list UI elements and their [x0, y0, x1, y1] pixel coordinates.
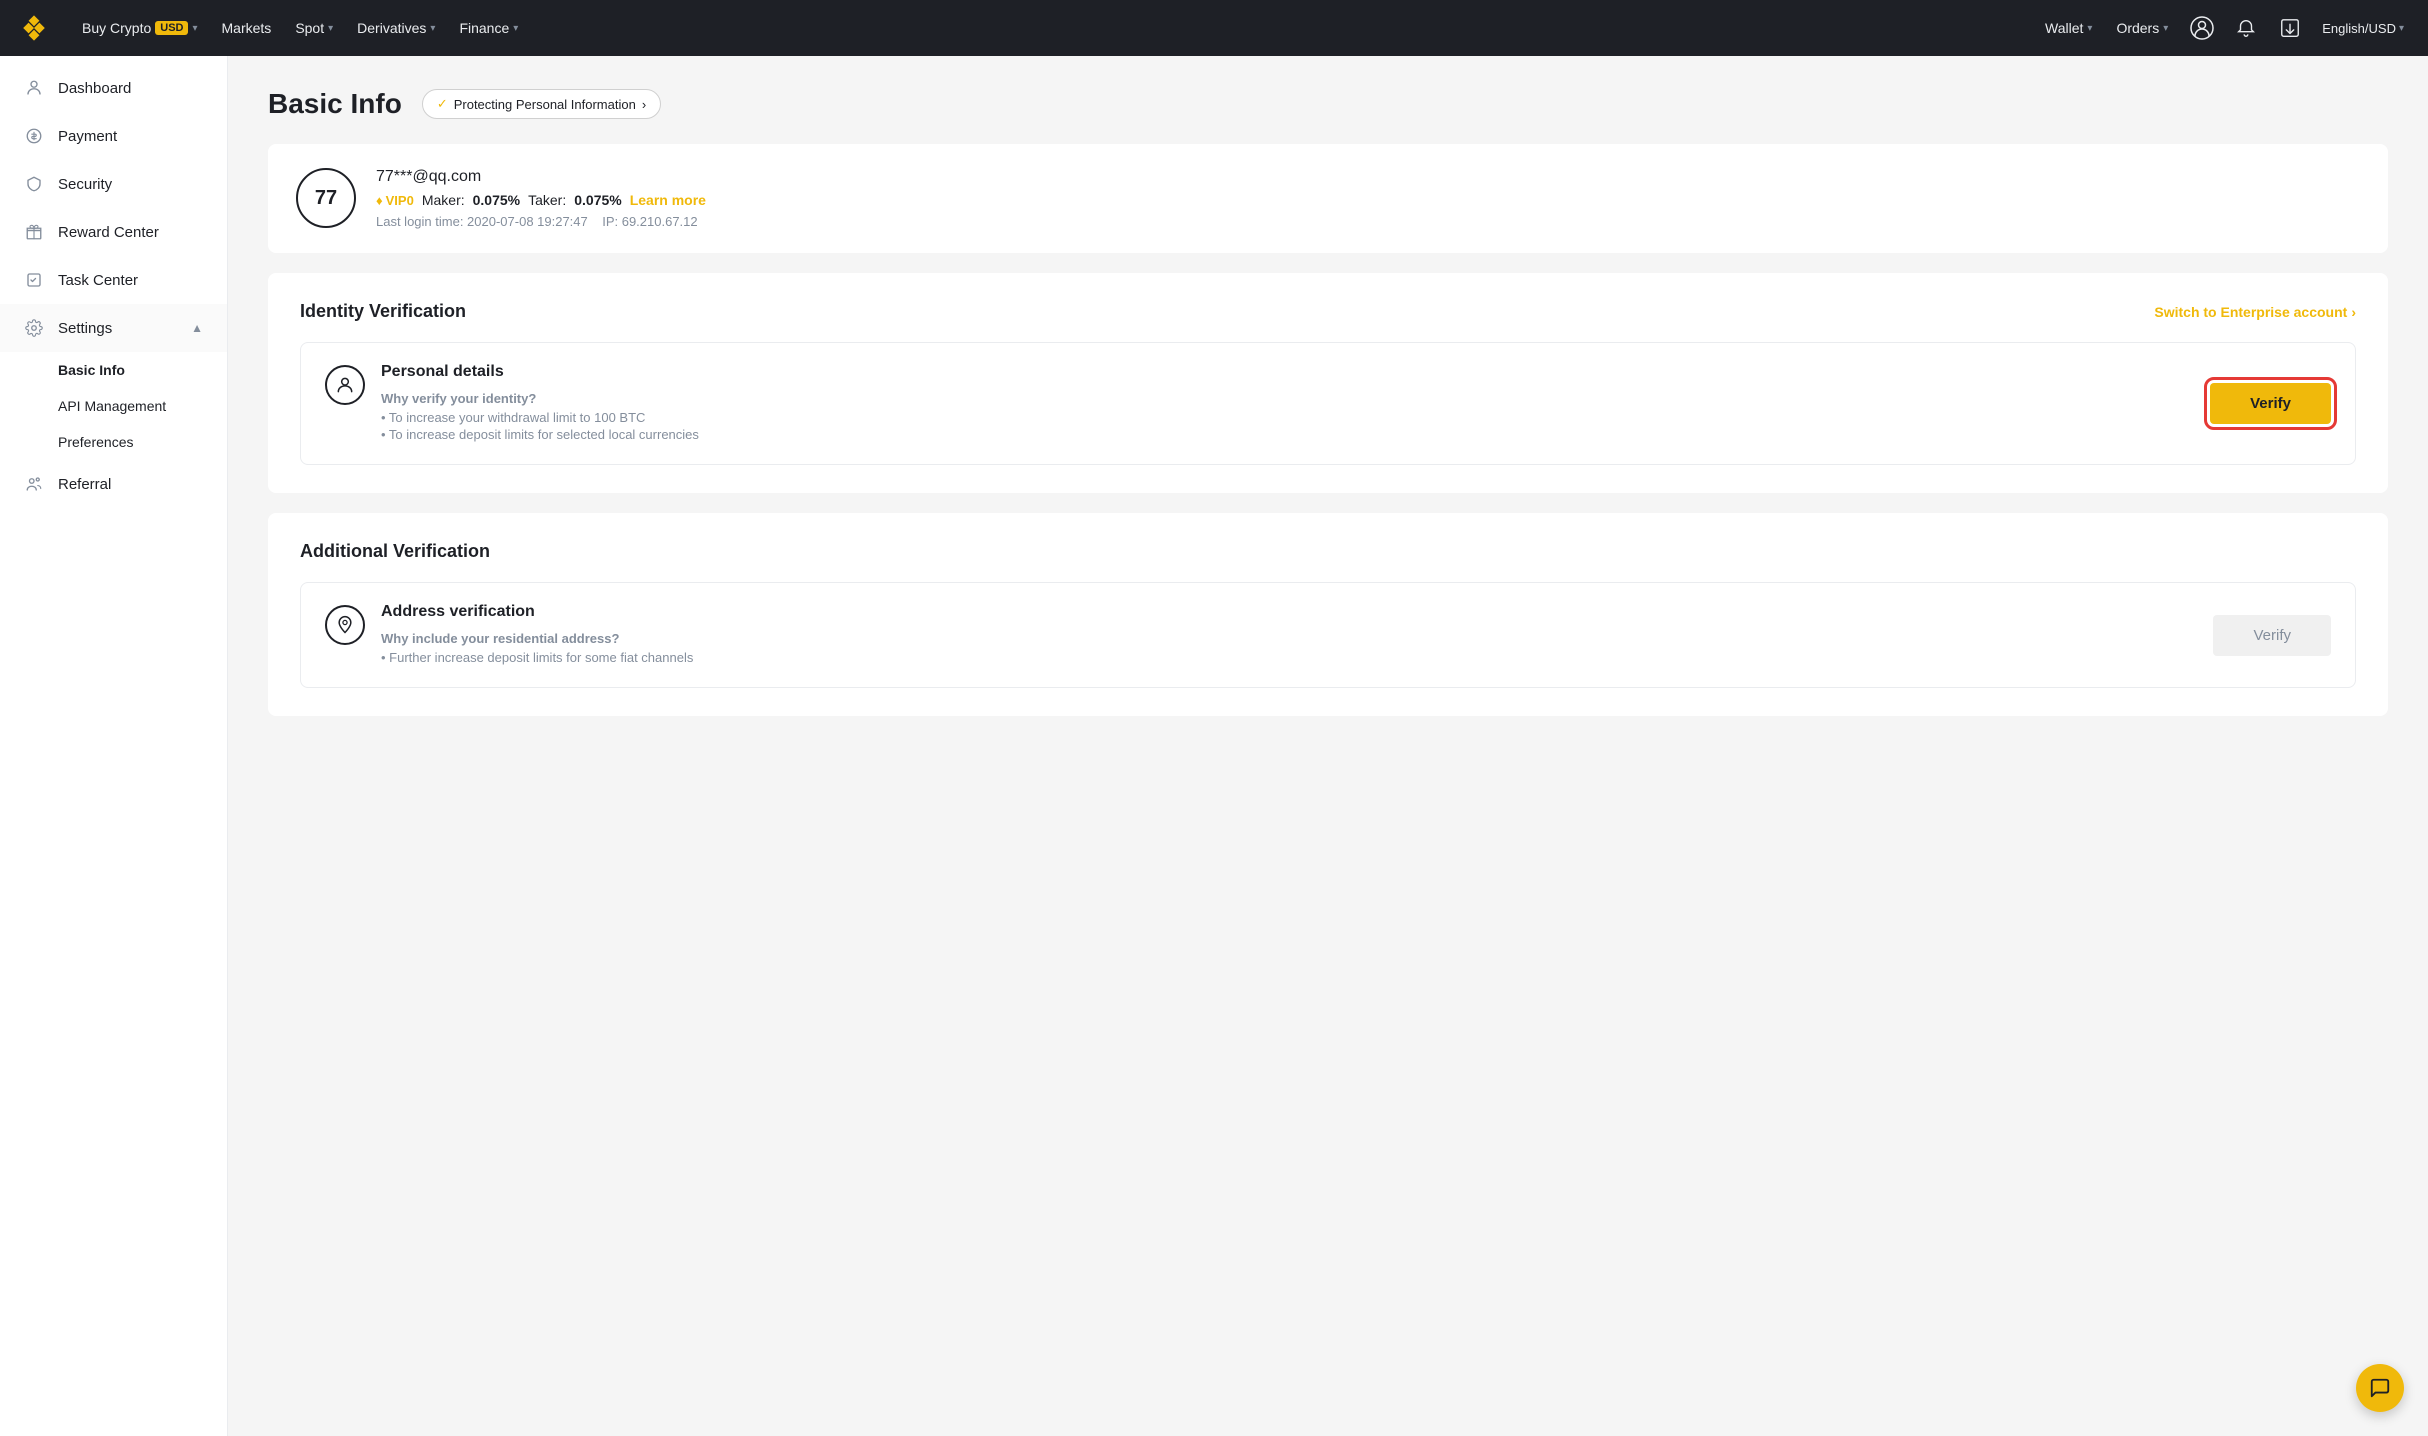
sidebar: Dashboard Payment Security Reward Center… — [0, 56, 228, 1436]
page-title: Basic Info — [268, 88, 402, 120]
sidebar-item-reward-center[interactable]: Reward Center — [0, 208, 227, 256]
nav-wallet[interactable]: Wallet ▾ — [2035, 0, 2102, 56]
address-verification-bullet-0: • Further increase deposit limits for so… — [381, 650, 693, 665]
sidebar-item-payment[interactable]: Payment — [0, 112, 227, 160]
sidebar-item-security[interactable]: Security — [0, 160, 227, 208]
nav-buy-crypto[interactable]: Buy Crypto USD ▾ — [72, 0, 208, 56]
chat-support-button[interactable] — [2356, 1364, 2404, 1412]
maker-label: Maker: — [422, 192, 465, 208]
settings-icon — [24, 318, 44, 338]
chevron-down-icon: ▾ — [2399, 23, 2404, 34]
nav-derivatives[interactable]: Derivatives ▾ — [347, 0, 445, 56]
chevron-down-icon: ▾ — [513, 23, 518, 34]
shield-check-icon: ✓ — [437, 96, 448, 112]
referral-icon — [24, 474, 44, 494]
nav-spot[interactable]: Spot ▾ — [285, 0, 343, 56]
nav-menu: Buy Crypto USD ▾ Markets Spot ▾ Derivati… — [72, 0, 2035, 56]
chevron-right-icon: › — [642, 97, 646, 112]
switch-enterprise-link[interactable]: Switch to Enterprise account › — [2154, 304, 2356, 320]
last-login-info: Last login time: 2020-07-08 19:27:47 IP:… — [376, 214, 706, 229]
sidebar-sub-preferences[interactable]: Preferences — [0, 424, 227, 460]
nav-finance[interactable]: Finance ▾ — [449, 0, 528, 56]
nav-markets[interactable]: Markets — [212, 0, 282, 56]
user-icon — [24, 78, 44, 98]
address-verification-name: Address verification — [381, 603, 693, 621]
logo[interactable] — [16, 10, 52, 46]
verif-left-address: Address verification Why include your re… — [325, 603, 693, 667]
chevron-down-icon: ▾ — [328, 23, 333, 34]
person-icon — [325, 365, 365, 405]
address-verification-item: Address verification Why include your re… — [300, 582, 2356, 688]
maker-fee: 0.075% — [473, 192, 520, 208]
address-verification-why: Why include your residential address? — [381, 631, 693, 646]
chevron-up-icon: ▲ — [191, 321, 203, 335]
avatar: 77 — [296, 168, 356, 228]
sidebar-item-task-center[interactable]: Task Center — [0, 256, 227, 304]
notification-icon[interactable] — [2226, 8, 2266, 48]
chevron-down-icon: ▾ — [2087, 23, 2092, 34]
personal-details-bullet-1: • To increase deposit limits for selecte… — [381, 427, 699, 442]
main-content: Basic Info ✓ Protecting Personal Informa… — [228, 56, 2428, 1436]
personal-details-name: Personal details — [381, 363, 699, 381]
sidebar-item-settings[interactable]: Settings ▲ — [0, 304, 227, 352]
task-icon — [24, 270, 44, 290]
identity-verification-card: Identity Verification Switch to Enterpri… — [268, 273, 2388, 493]
dollar-icon — [24, 126, 44, 146]
additional-verification-title: Additional Verification — [300, 541, 2356, 562]
verify-address-button[interactable]: Verify — [2213, 615, 2331, 656]
user-info-card: 77 77***@qq.com ♦ VIP0 Maker: 0.075% Tak… — [268, 144, 2388, 253]
top-navigation: Buy Crypto USD ▾ Markets Spot ▾ Derivati… — [0, 0, 2428, 56]
user-email: 77***@qq.com — [376, 168, 706, 186]
sidebar-item-dashboard[interactable]: Dashboard — [0, 64, 227, 112]
taker-fee: 0.075% — [574, 192, 621, 208]
verify-personal-button[interactable]: Verify — [2210, 383, 2331, 424]
learn-more-link[interactable]: Learn more — [630, 192, 706, 208]
profile-icon[interactable] — [2182, 8, 2222, 48]
personal-details-why: Why verify your identity? — [381, 391, 699, 406]
chevron-down-icon: ▾ — [2163, 23, 2168, 34]
sidebar-item-referral[interactable]: Referral — [0, 460, 227, 508]
user-vip-row: ♦ VIP0 Maker: 0.075% Taker: 0.075% Learn… — [376, 192, 706, 208]
diamond-icon: ♦ — [376, 193, 383, 208]
identity-verification-title: Identity Verification Switch to Enterpri… — [300, 301, 2356, 322]
download-icon[interactable] — [2270, 8, 2310, 48]
sidebar-sub-api-management[interactable]: API Management — [0, 388, 227, 424]
nav-orders[interactable]: Orders ▾ — [2106, 0, 2178, 56]
sidebar-sub-basic-info[interactable]: Basic Info — [0, 352, 227, 388]
personal-details-item: Personal details Why verify your identit… — [300, 342, 2356, 465]
protecting-personal-info-button[interactable]: ✓ Protecting Personal Information › — [422, 89, 661, 119]
language-selector[interactable]: English/USD ▾ — [2314, 21, 2412, 36]
user-details: 77***@qq.com ♦ VIP0 Maker: 0.075% Taker:… — [376, 168, 706, 229]
chevron-down-icon: ▾ — [430, 23, 435, 34]
additional-verification-card: Additional Verification Address verifica… — [268, 513, 2388, 716]
nav-right: Wallet ▾ Orders ▾ Eng — [2035, 0, 2412, 56]
personal-details-bullet-0: • To increase your withdrawal limit to 1… — [381, 410, 699, 425]
location-icon — [325, 605, 365, 645]
personal-details-info: Personal details Why verify your identit… — [381, 363, 699, 444]
vip-badge: ♦ VIP0 — [376, 193, 414, 208]
chevron-down-icon: ▾ — [192, 23, 197, 34]
gift-icon — [24, 222, 44, 242]
page-header: Basic Info ✓ Protecting Personal Informa… — [268, 88, 2388, 120]
address-verification-info: Address verification Why include your re… — [381, 603, 693, 667]
taker-label: Taker: — [528, 192, 566, 208]
shield-icon — [24, 174, 44, 194]
verif-left: Personal details Why verify your identit… — [325, 363, 699, 444]
chevron-right-icon: › — [2351, 304, 2356, 320]
